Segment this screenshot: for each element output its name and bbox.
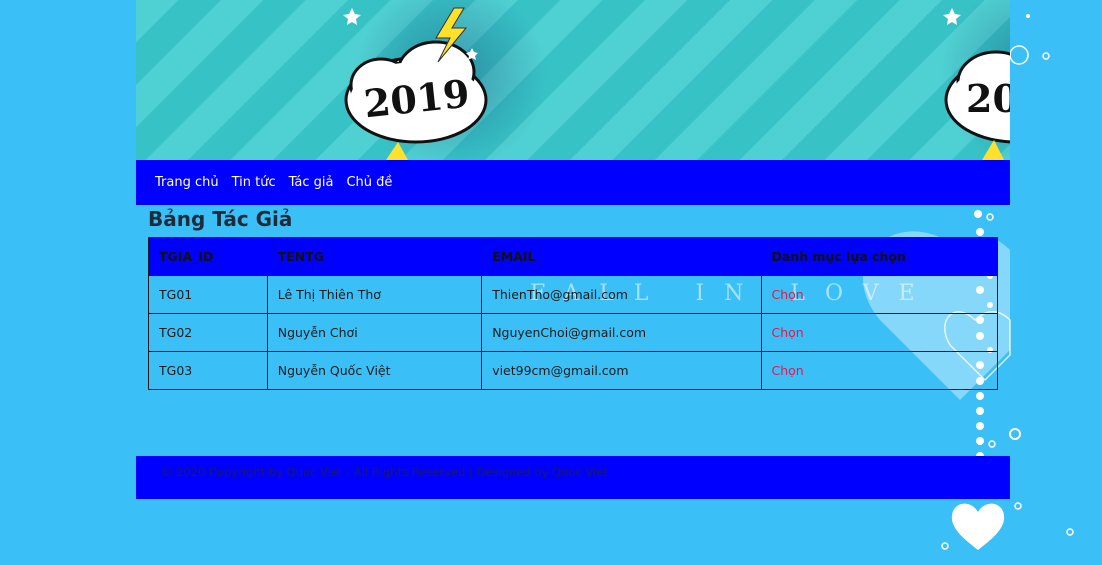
table-row: TG01 Lê Thị Thiên Thơ ThienTho@gmail.com… <box>148 275 998 314</box>
cell-email: ThienTho@gmail.com <box>481 275 762 314</box>
page-footer: © 2020 Copyright by Quoc Viet - All Righ… <box>136 456 1010 499</box>
cell-email: NguyenChoi@gmail.com <box>481 313 762 352</box>
cell-action: Chọn <box>760 313 998 352</box>
footer-copyright: © 2020 Copyright by Quoc Viet - All Righ… <box>161 464 608 479</box>
cell-name: Lê Thị Thiên Thơ <box>266 275 483 314</box>
column-header-action: Danh mục lựa chọn <box>760 237 998 276</box>
heart-bottom-icon <box>951 503 1005 550</box>
cell-action: Chọn <box>760 351 998 390</box>
main-nav: Trang chủ Tin tức Tác giả Chủ đề <box>136 160 1010 205</box>
choose-link[interactable]: Chọn <box>772 287 804 302</box>
page-wrapper: 2019 2019 Trang chủ Tin tức Tác giả Chủ … <box>136 0 1010 500</box>
cell-name: Nguyễn Quốc Việt <box>266 351 483 390</box>
cell-id: TG01 <box>148 275 268 314</box>
nav-item-authors[interactable]: Tác giả <box>289 175 334 190</box>
header-banner: 2019 2019 <box>136 0 1010 160</box>
column-header-id: TGIA_ID <box>148 237 268 276</box>
nav-item-news[interactable]: Tin tức <box>232 175 276 190</box>
banner-image: 2019 2019 <box>136 0 1010 160</box>
table-row: TG03 Nguyễn Quốc Việt viet99cm@gmail.com… <box>148 351 998 390</box>
cell-email: viet99cm@gmail.com <box>481 351 762 390</box>
choose-link[interactable]: Chọn <box>772 325 804 340</box>
authors-table: TGIA_ID TENTG EMAIL Danh mục lựa chọn TG… <box>148 237 998 390</box>
cell-id: TG02 <box>148 313 268 352</box>
column-header-name: TENTG <box>266 237 483 276</box>
table-row: TG02 Nguyễn Chơi NguyenChoi@gmail.com Ch… <box>148 313 998 352</box>
nav-item-home[interactable]: Trang chủ <box>155 175 219 190</box>
column-header-email: EMAIL <box>481 237 762 276</box>
cell-action: Chọn <box>760 275 998 314</box>
page-title: Bảng Tác Giả <box>148 207 293 231</box>
choose-link[interactable]: Chọn <box>772 363 804 378</box>
svg-text:2019: 2019 <box>966 76 1010 121</box>
cell-id: TG03 <box>148 351 268 390</box>
table-header-row: TGIA_ID TENTG EMAIL Danh mục lựa chọn <box>148 237 998 276</box>
cell-name: Nguyễn Chơi <box>266 313 483 352</box>
nav-item-topics[interactable]: Chủ đề <box>346 175 392 190</box>
